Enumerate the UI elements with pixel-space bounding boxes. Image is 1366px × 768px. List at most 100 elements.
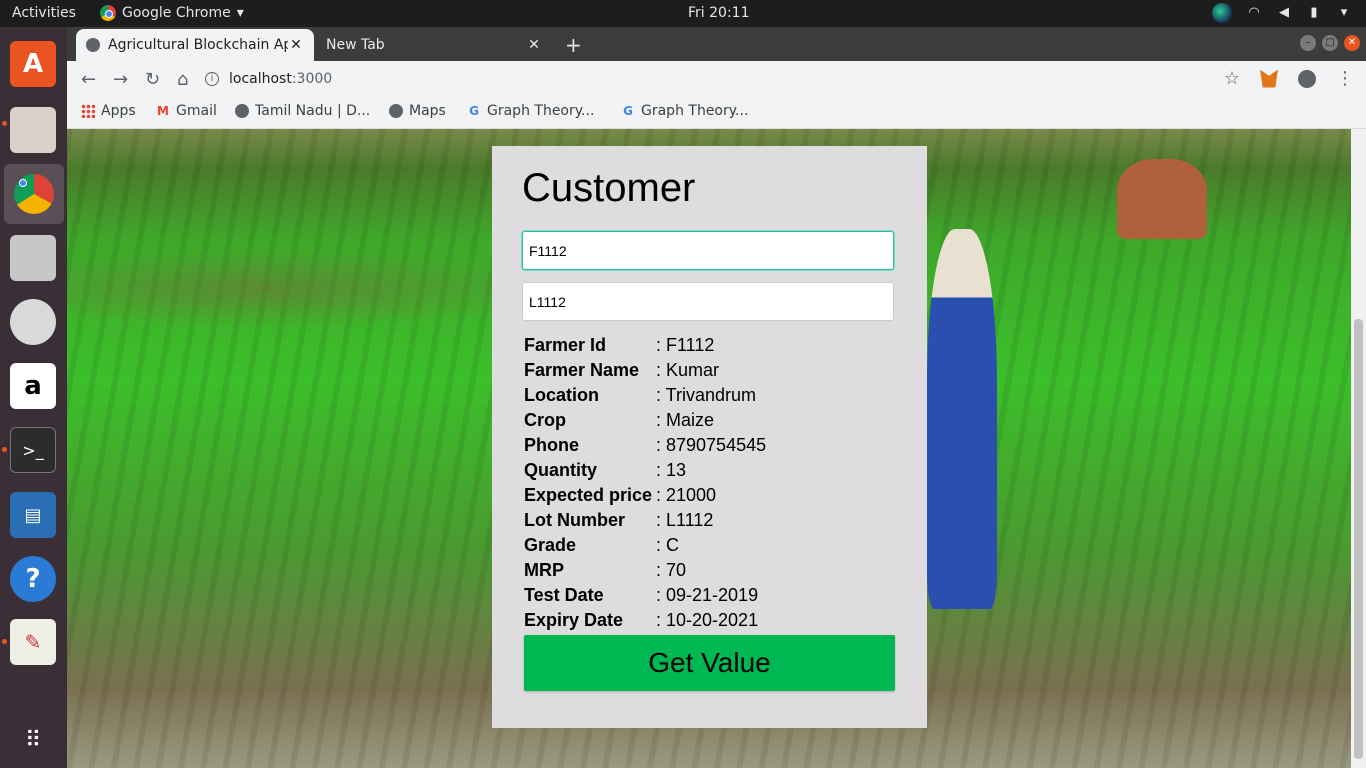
bookmark-gmail[interactable]: M Gmail (156, 103, 217, 119)
bookmarks-bar: Apps M Gmail Tamil Nadu | D... Maps G Gr… (67, 97, 1366, 129)
forward-arrow-icon[interactable]: → (113, 69, 128, 90)
globe-status-icon[interactable] (1212, 3, 1232, 23)
detail-value: : Kumar (656, 360, 720, 380)
bookmark-label: Graph Theory... (487, 103, 595, 119)
tab-bar: Agricultural Blockchain Ap ✕ New Tab ✕ +… (67, 27, 1366, 61)
app-menu[interactable]: Google Chrome ▾ (100, 5, 244, 21)
info-icon[interactable]: i (205, 72, 219, 86)
bookmark-label: Graph Theory... (641, 103, 749, 119)
detail-value: : 21000 (656, 485, 717, 505)
tab-new-tab[interactable]: New Tab ✕ (316, 29, 552, 61)
clock[interactable]: Fri 20:11 (688, 5, 749, 21)
profile-avatar-icon[interactable] (1298, 69, 1316, 88)
amazon-icon[interactable]: a (10, 363, 56, 409)
chrome-dock-icon[interactable] (4, 164, 64, 224)
bookmark-label: Tamil Nadu | D... (255, 103, 371, 119)
detail-label: Location (524, 385, 599, 405)
detail-label: Lot Number (524, 510, 625, 530)
lot-number-input[interactable]: L1112 (522, 282, 894, 321)
activities-button[interactable]: Activities (12, 5, 76, 21)
battery-icon[interactable]: ▮ (1306, 5, 1322, 21)
detail-row-quantity: Quantity: 13 (524, 458, 766, 483)
browser-toolbar: ← → ↻ ⌂ i localhost:3000 ☆ ⋮ (67, 61, 1366, 97)
files-icon[interactable] (10, 107, 56, 153)
dock: A a >_ ▤ ? ✎ ⠿ (0, 27, 67, 768)
detail-value: : 09-21-2019 (656, 585, 759, 605)
back-arrow-icon[interactable]: ← (81, 69, 96, 90)
tab-title: Agricultural Blockchain Ap (108, 37, 288, 53)
detail-value: : F1112 (656, 335, 715, 355)
star-icon[interactable]: ☆ (1224, 68, 1240, 89)
text-editor-icon[interactable]: ✎ (10, 619, 56, 665)
page-scrollbar[interactable] (1351, 129, 1366, 768)
wifi-icon[interactable]: ◠ (1246, 5, 1262, 21)
detail-value: : 10-20-2021 (656, 610, 759, 630)
bookmark-label: Gmail (176, 103, 217, 119)
customer-card: Customer F1112 L1112 Farmer Id: F1112 Fa… (492, 146, 927, 728)
globe-icon (389, 104, 403, 118)
detail-value: : 8790754545 (656, 435, 767, 455)
new-tab-plus-icon[interactable]: + (565, 33, 582, 57)
url-host: localhost (229, 71, 292, 87)
home-icon[interactable]: ⌂ (177, 69, 188, 90)
maximize-icon[interactable]: □ (1322, 35, 1338, 51)
detail-label: Phone (524, 435, 580, 455)
background-figure (1117, 159, 1207, 239)
more-menu-icon[interactable]: ⋮ (1336, 68, 1354, 89)
bookmark-graph-theory-2[interactable]: G Graph Theory... (621, 103, 748, 119)
detail-row-expiry-date: Expiry Date: 10-20-2021 (524, 608, 766, 633)
reload-icon[interactable]: ↻ (145, 69, 160, 90)
detail-row-grade: Grade: C (524, 533, 766, 558)
bookmark-tamil-nadu[interactable]: Tamil Nadu | D... (235, 103, 370, 119)
tab-agricultural-blockchain[interactable]: Agricultural Blockchain Ap ✕ (76, 29, 314, 61)
writer-icon[interactable]: ▤ (10, 492, 56, 538)
app-menu-label: Google Chrome (122, 5, 231, 21)
detail-row-mrp: MRP : 70 (524, 558, 766, 583)
printer-icon[interactable] (10, 235, 56, 281)
background-figure (927, 229, 997, 609)
bookmark-label: Maps (409, 103, 446, 119)
system-tray[interactable]: ◠ ◀ ▮ ▾ (1212, 3, 1352, 23)
detail-label: Quantity (524, 460, 598, 480)
window-close-icon[interactable]: ✕ (1344, 35, 1360, 51)
detail-row-expected-price: Expected price: 21000 (524, 483, 766, 508)
minimize-icon[interactable]: – (1300, 35, 1316, 51)
running-indicator (2, 121, 7, 126)
show-apps-icon[interactable]: ⠿ (10, 717, 56, 763)
terminal-icon[interactable]: >_ (10, 427, 56, 473)
bookmark-label: Apps (101, 103, 136, 119)
detail-row-lot-number: Lot Number: L1112 (524, 508, 766, 533)
detail-row-crop: Crop: Maize (524, 408, 766, 433)
bookmark-maps[interactable]: Maps (389, 103, 446, 119)
close-icon[interactable]: ✕ (288, 37, 304, 53)
detail-label: Crop (524, 410, 566, 430)
google-icon: G (623, 104, 633, 118)
detail-value: : C (656, 535, 680, 555)
globe-icon (86, 38, 100, 52)
tab-title: New Tab (326, 37, 385, 53)
detail-label: Expected price (524, 485, 653, 505)
metamask-fox-icon[interactable] (1260, 69, 1278, 88)
detail-row-location: Location : Trivandrum (524, 383, 766, 408)
detail-value: : 70 (656, 560, 687, 580)
url-port: :3000 (291, 71, 333, 87)
scrollbar-thumb[interactable] (1354, 319, 1363, 759)
page-title: Customer (522, 166, 696, 210)
system-top-bar: Activities Google Chrome ▾ Fri 20:11 ◠ ◀… (0, 0, 1366, 27)
detail-row-farmer-name: Farmer Name: Kumar (524, 358, 766, 383)
chevron-down-icon[interactable]: ▾ (1336, 5, 1352, 21)
detail-row-test-date: Test Date: 09-21-2019 (524, 583, 766, 608)
detail-label: MRP (524, 560, 564, 580)
close-icon[interactable]: ✕ (526, 37, 542, 53)
running-indicator (2, 447, 7, 452)
address-bar[interactable]: i localhost:3000 (205, 65, 1205, 93)
speaker-icon[interactable] (10, 299, 56, 345)
volume-icon[interactable]: ◀ (1276, 5, 1292, 21)
software-center-icon[interactable]: A (10, 41, 56, 87)
help-icon[interactable]: ? (10, 556, 56, 602)
detail-value: : Trivandrum (656, 385, 757, 405)
farmer-id-input[interactable]: F1112 (522, 231, 894, 270)
get-value-button[interactable]: Get Value (524, 635, 895, 691)
bookmark-graph-theory-1[interactable]: G Graph Theory... (467, 103, 594, 119)
bookmark-apps[interactable]: Apps (81, 103, 136, 119)
